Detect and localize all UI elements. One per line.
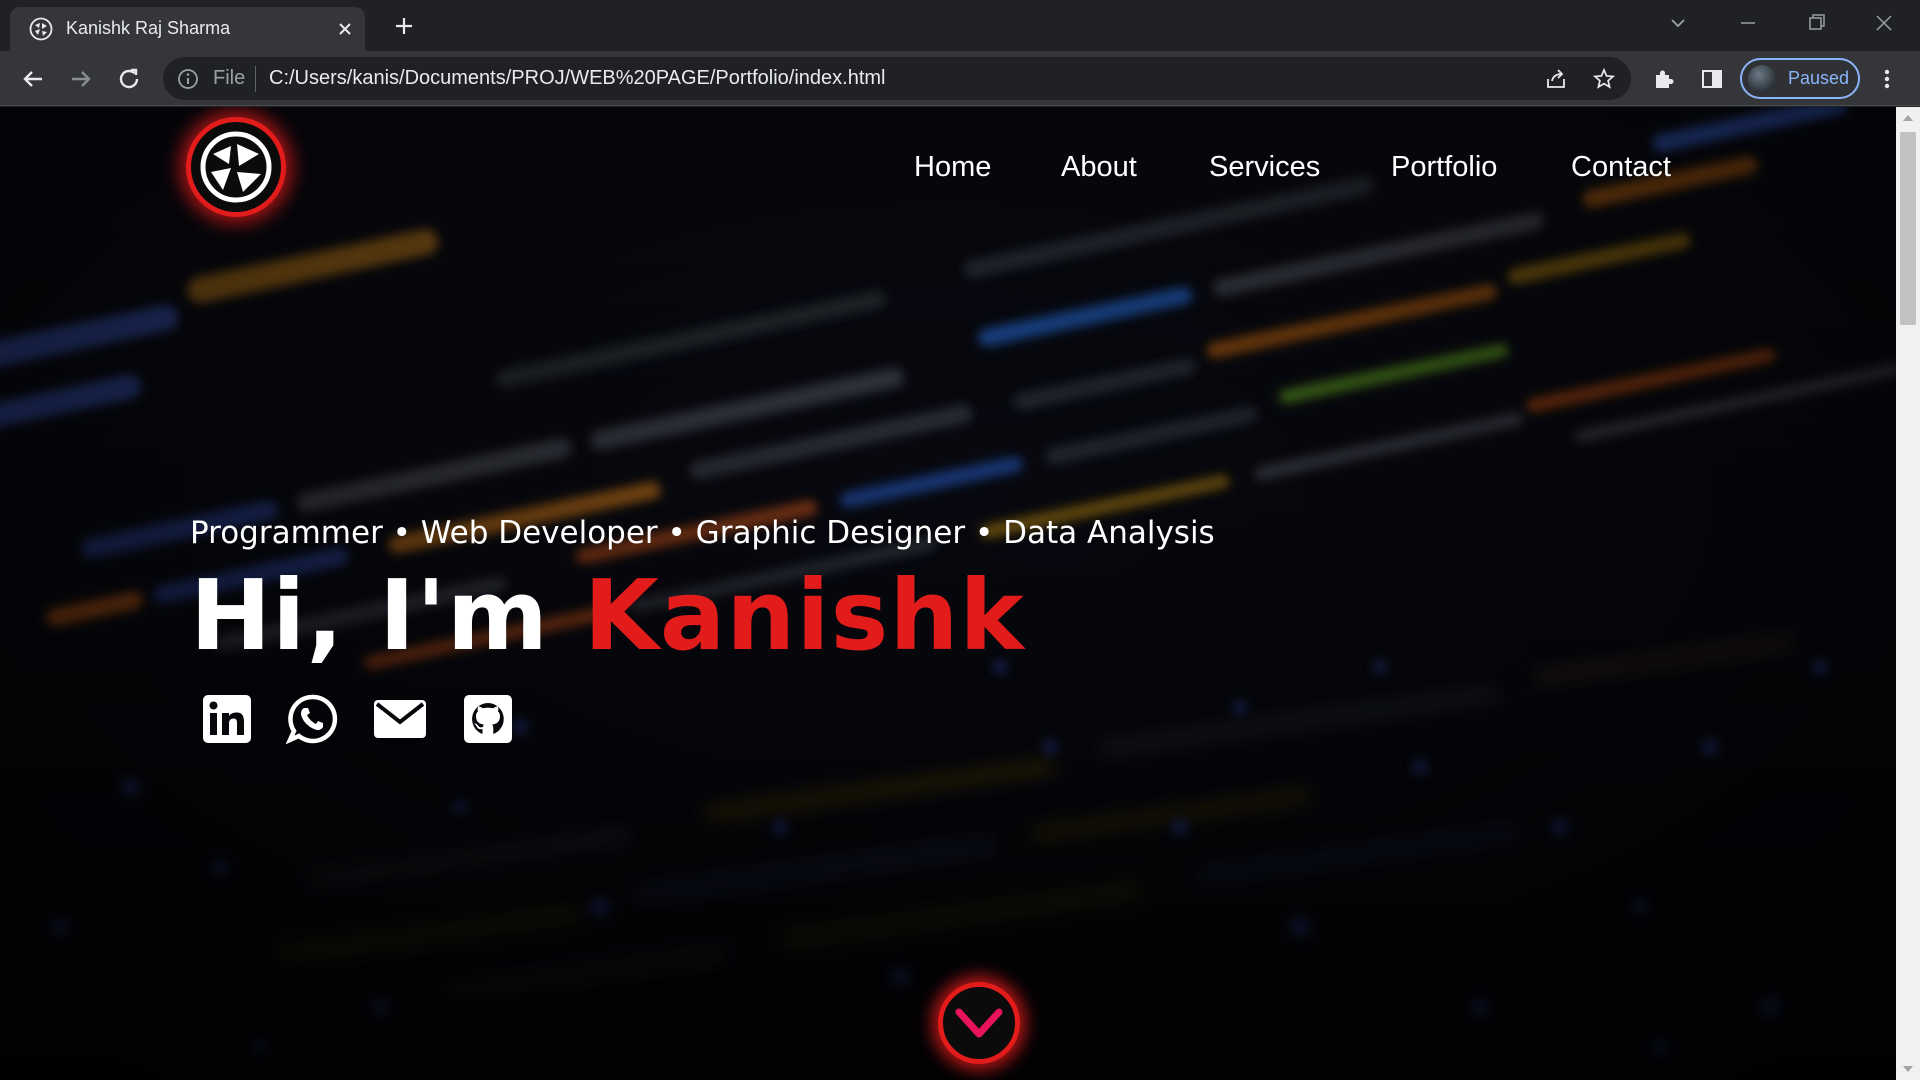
site-info-icon[interactable] bbox=[177, 68, 199, 90]
tab-strip: Kanishk Raj Sharma bbox=[0, 0, 1920, 51]
minimize-icon[interactable] bbox=[1733, 10, 1763, 36]
nav-services[interactable]: Services bbox=[1209, 151, 1320, 184]
close-tab-icon[interactable] bbox=[334, 18, 356, 40]
scroll-down-arrow-icon[interactable] bbox=[1902, 1064, 1914, 1074]
reload-icon[interactable] bbox=[114, 64, 144, 94]
hero-name: Kanishk bbox=[583, 559, 1025, 672]
scroll-down-button[interactable] bbox=[938, 982, 1020, 1064]
hero-headline: Hi, I'm Kanishk bbox=[190, 559, 1025, 672]
page-viewport: Home About Services Portfolio Contact Pr… bbox=[0, 107, 1896, 1080]
nav-about[interactable]: About bbox=[1061, 151, 1137, 184]
extensions-icon[interactable] bbox=[1649, 64, 1679, 94]
whatsapp-icon[interactable] bbox=[285, 692, 339, 746]
tab-search-icon[interactable] bbox=[1663, 10, 1693, 36]
nav-portfolio[interactable]: Portfolio bbox=[1391, 151, 1497, 184]
more-menu-icon[interactable] bbox=[1872, 64, 1902, 94]
site-logo-icon bbox=[29, 17, 53, 41]
share-icon[interactable] bbox=[1544, 67, 1568, 91]
hero-greeting: Hi, I'm bbox=[190, 559, 584, 672]
restore-icon[interactable] bbox=[1801, 10, 1831, 36]
forward-arrow-icon[interactable] bbox=[66, 64, 96, 94]
address-url[interactable]: C:/Users/kanis/Documents/PROJ/WEB%20PAGE… bbox=[269, 67, 886, 90]
nav-contact[interactable]: Contact bbox=[1571, 151, 1671, 184]
scroll-up-arrow-icon[interactable] bbox=[1902, 113, 1914, 123]
address-scheme: File bbox=[213, 67, 246, 89]
site-logo[interactable] bbox=[186, 117, 286, 217]
side-panel-icon[interactable] bbox=[1697, 64, 1727, 94]
bookmark-star-icon[interactable] bbox=[1592, 67, 1616, 91]
address-bar[interactable]: File C:/Users/kanis/Documents/PROJ/WEB%2… bbox=[163, 57, 1631, 100]
address-divider bbox=[255, 66, 256, 92]
profile-button[interactable]: Paused bbox=[1740, 58, 1860, 99]
tab-title: Kanishk Raj Sharma bbox=[66, 18, 231, 38]
nav-home[interactable]: Home bbox=[914, 151, 991, 184]
new-tab-icon[interactable] bbox=[390, 12, 418, 40]
close-window-icon[interactable] bbox=[1869, 10, 1899, 36]
page-scrollbar[interactable] bbox=[1896, 107, 1920, 1080]
logo-monogram-icon bbox=[200, 131, 272, 203]
avatar bbox=[1748, 65, 1776, 93]
browser-toolbar: File C:/Users/kanis/Documents/PROJ/WEB%2… bbox=[0, 51, 1920, 106]
profile-status: Paused bbox=[1788, 68, 1850, 88]
scrollbar-thumb[interactable] bbox=[1900, 132, 1916, 325]
email-icon[interactable] bbox=[373, 692, 427, 746]
back-arrow-icon[interactable] bbox=[18, 64, 48, 94]
hero-subtitle: Programmer • Web Developer • Graphic Des… bbox=[190, 515, 1215, 551]
chevron-down-icon bbox=[955, 1008, 1003, 1038]
active-tab[interactable]: Kanishk Raj Sharma bbox=[10, 7, 365, 51]
linkedin-icon[interactable] bbox=[200, 692, 254, 746]
github-icon[interactable] bbox=[461, 692, 515, 746]
